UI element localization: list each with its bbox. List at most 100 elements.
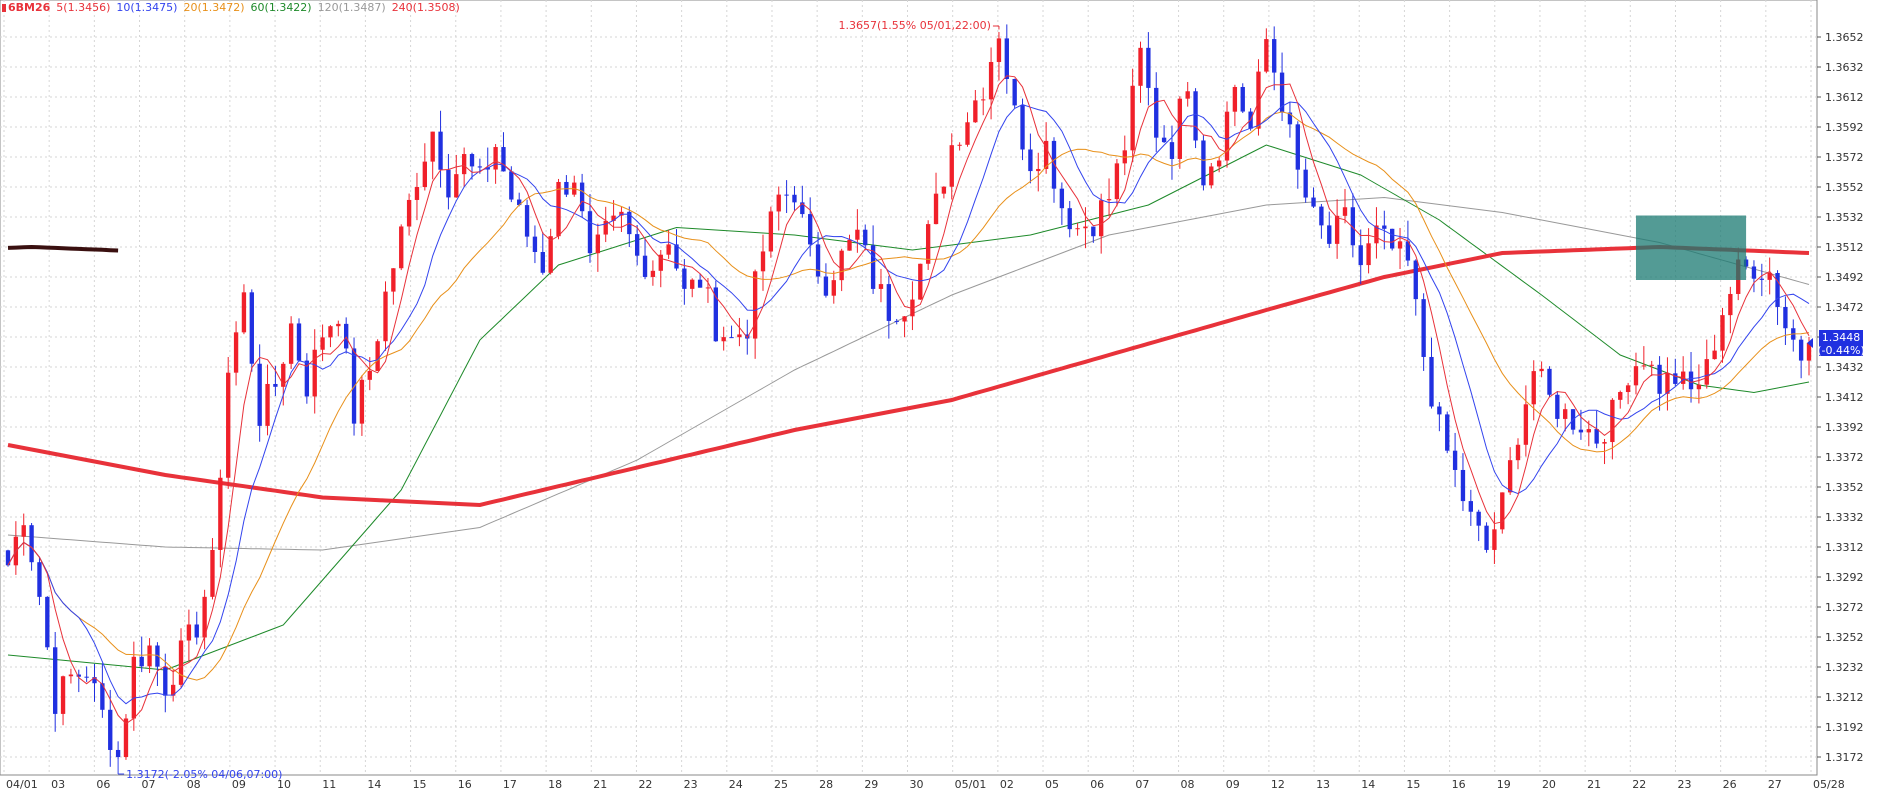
candle-body — [391, 268, 396, 292]
candle-body — [965, 122, 970, 145]
candle-body — [933, 193, 939, 225]
candle-body — [273, 383, 278, 387]
candle-body — [186, 624, 192, 641]
candle-body — [902, 316, 907, 322]
candle-body — [469, 154, 475, 167]
x-tick-label: 25 — [774, 778, 788, 791]
candle-body — [249, 292, 254, 364]
y-tick-label: 1.3272 — [1825, 601, 1864, 614]
candle-body — [808, 214, 813, 245]
x-tick-label: 05/28 — [1813, 778, 1845, 791]
x-tick-label: 12 — [1271, 778, 1285, 791]
candle-body — [1798, 339, 1804, 361]
candle-body — [1539, 368, 1544, 372]
x-tick-label: 24 — [729, 778, 743, 791]
candle-body — [1460, 469, 1466, 502]
candle-body — [1154, 87, 1159, 138]
candle-body — [1004, 38, 1009, 79]
candle-body — [642, 255, 648, 277]
x-tick-label: 29 — [864, 778, 878, 791]
y-tick-label: 1.3232 — [1825, 661, 1864, 674]
last-price-label: 1.3448 — [1822, 331, 1861, 344]
candle-body — [1083, 226, 1088, 229]
candle-body — [454, 174, 459, 198]
candle-body — [1130, 85, 1135, 151]
candle-body — [556, 181, 561, 237]
candle-body — [399, 226, 404, 269]
candle-body — [1468, 501, 1473, 512]
candle-body — [957, 144, 962, 146]
candle-body — [344, 323, 349, 349]
candle-body — [540, 252, 545, 273]
candle-body — [1012, 78, 1017, 106]
candle-body — [108, 709, 113, 750]
y-tick-label: 1.3612 — [1825, 91, 1864, 104]
y-tick-label: 1.3472 — [1825, 301, 1864, 314]
candle-body — [1295, 124, 1300, 170]
candle-body — [493, 147, 498, 170]
candle-body — [1114, 163, 1120, 200]
candle-body — [1720, 315, 1725, 351]
x-tick-label: 28 — [819, 778, 833, 791]
x-tick-label: 22 — [1632, 778, 1646, 791]
x-tick-label: 27 — [1768, 778, 1782, 791]
candle-body — [1492, 529, 1497, 550]
candle-body — [1649, 364, 1654, 366]
x-tick-label: 15 — [1406, 778, 1420, 791]
legend: 6BM26 5(1.3456) 10(1.3475) 20(1.3472) 60… — [2, 1, 460, 14]
low-annotation: 1.3172(-2.05% 04/06,07:00) — [126, 768, 282, 781]
y-tick-label: 1.3372 — [1825, 451, 1864, 464]
candle-body — [21, 525, 26, 537]
candle-body — [1067, 208, 1072, 230]
candle-body — [312, 349, 317, 397]
candle-body — [115, 749, 121, 758]
candle-body — [1334, 215, 1340, 244]
y-tick-label: 1.3332 — [1825, 511, 1864, 524]
candle-body — [1712, 350, 1717, 360]
candle-body — [1319, 206, 1324, 226]
candle-body — [1146, 47, 1151, 88]
candle-body — [634, 234, 640, 256]
candle-body — [1020, 105, 1025, 150]
y-tick-label: 1.3532 — [1825, 211, 1864, 224]
y-tick-label: 1.3192 — [1825, 721, 1864, 734]
candle-body — [1547, 368, 1552, 395]
candle-body — [1476, 511, 1481, 526]
legend-ma60: 60(1.3422) — [250, 1, 312, 14]
candle-body — [1531, 371, 1536, 405]
candle-body — [886, 284, 892, 321]
x-tick-label: 21 — [593, 778, 607, 791]
candle-body — [831, 280, 836, 296]
candle-body — [68, 674, 74, 677]
candle-body — [45, 596, 50, 648]
candle-body — [878, 284, 884, 289]
x-tick-label: 30 — [910, 778, 924, 791]
candle-body — [501, 147, 506, 172]
candle-body — [430, 131, 435, 162]
candle-body — [359, 379, 365, 424]
candle-body — [855, 229, 860, 240]
y-tick-label: 1.3412 — [1825, 391, 1864, 404]
candle-body — [847, 239, 852, 251]
candle-body — [784, 194, 789, 196]
candle-body — [1185, 91, 1190, 99]
candlestick-chart[interactable]: 1.3652 1.3632 1.3612 1.3592 1.3572 1.3552 1.35… — [0, 0, 1877, 793]
candle-body — [414, 187, 420, 200]
candle-body — [1036, 168, 1041, 172]
y-tick-label: 1.3312 — [1825, 541, 1864, 554]
candle-body — [1578, 429, 1584, 433]
chart-panel[interactable]: 1.3652 1.3632 1.3612 1.3592 1.3572 1.3552 1.35… — [0, 0, 1877, 793]
candle-body — [894, 320, 899, 322]
candle-body — [1413, 260, 1418, 300]
candle-body — [532, 236, 538, 253]
y-tick-label: 1.3512 — [1825, 241, 1864, 254]
y-tick-label: 1.3252 — [1825, 631, 1864, 644]
candle-body — [178, 640, 184, 685]
candle-body — [1106, 199, 1112, 201]
candle-body — [1586, 429, 1591, 433]
candle-body — [53, 647, 58, 714]
candle-body — [288, 323, 294, 364]
candle-body — [147, 645, 152, 667]
candle-body — [682, 268, 687, 289]
x-tick-label: 06 — [96, 778, 110, 791]
